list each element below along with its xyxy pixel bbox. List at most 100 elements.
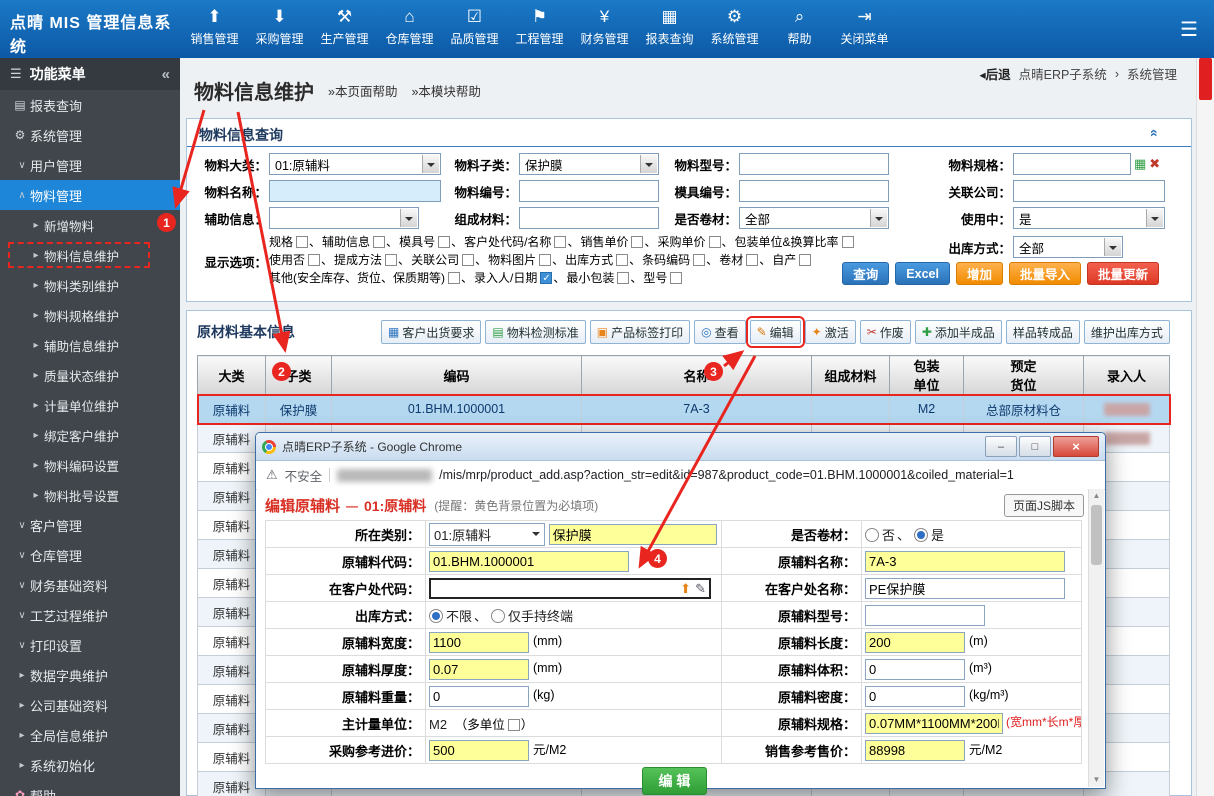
menu-engineering[interactable]: ⚑ 工程管理 bbox=[507, 0, 572, 58]
sidebar-item-quality-status[interactable]: ▸ 质量状态维护 bbox=[0, 360, 180, 390]
checkbox[interactable] bbox=[554, 236, 567, 248]
display-option[interactable]: 客户处代码/名称 bbox=[464, 235, 580, 249]
menu-system[interactable]: ⚙ 系统管理 bbox=[702, 0, 767, 58]
module-help-link[interactable]: »本模块帮助 bbox=[411, 81, 480, 100]
edit-icon[interactable]: ✎ bbox=[695, 581, 706, 597]
view-button[interactable]: ◎ 查看 bbox=[694, 320, 746, 344]
maintain-outbound-button[interactable]: 维护出库方式 bbox=[1083, 320, 1170, 344]
sidebar-item-dictionary[interactable]: ▸ 数据字典维护 bbox=[0, 660, 180, 690]
breadcrumb-erp[interactable]: 点晴ERP子系统 bbox=[1019, 64, 1107, 83]
inspection-standard-button[interactable]: ▤ 物料检测标准 bbox=[485, 320, 586, 344]
display-option[interactable]: 辅助信息 bbox=[322, 235, 399, 249]
display-option[interactable]: 卷材 bbox=[719, 253, 772, 267]
breadcrumb-system[interactable]: 系统管理 bbox=[1127, 64, 1177, 83]
submit-edit-button[interactable]: 编 辑 bbox=[641, 767, 708, 795]
checkbox[interactable] bbox=[631, 236, 644, 248]
density-input[interactable] bbox=[865, 685, 965, 707]
length-input[interactable] bbox=[865, 631, 965, 653]
address-bar[interactable]: ⚠ 不安全 /mis/mrp/product_add.asp?action_st… bbox=[256, 461, 1105, 490]
company-input[interactable] bbox=[1013, 180, 1165, 202]
sidebar-item-batch-no[interactable]: ▸ 物料批号设置 bbox=[0, 480, 180, 510]
radio-checked-icon[interactable] bbox=[429, 608, 443, 623]
model-input[interactable] bbox=[739, 153, 889, 175]
sale-price-input[interactable] bbox=[865, 740, 965, 762]
display-option[interactable]: 出库方式 bbox=[565, 253, 642, 267]
sidebar-item-material-spec[interactable]: ▸ 物料规格维护 bbox=[0, 300, 180, 330]
sidebar-item-new-material[interactable]: ▸ 新增物料 bbox=[0, 210, 180, 240]
checkbox[interactable] bbox=[693, 254, 706, 266]
page-js-button[interactable]: 页面JS脚本 bbox=[1003, 494, 1084, 517]
display-option[interactable]: 条码编码 bbox=[642, 253, 719, 267]
page-help-link[interactable]: »本页面帮助 bbox=[328, 81, 397, 100]
outbound-select[interactable]: 全部 bbox=[1013, 236, 1123, 258]
add-button[interactable]: 增加 bbox=[955, 262, 1003, 285]
checkbox[interactable] bbox=[670, 272, 683, 284]
checkbox[interactable] bbox=[841, 236, 854, 248]
display-option[interactable]: 提成方法 bbox=[334, 253, 411, 267]
menu-sales[interactable]: ⬆ 销售管理 bbox=[182, 0, 247, 58]
display-option[interactable]: 自产 bbox=[772, 253, 812, 267]
width-input[interactable] bbox=[429, 631, 529, 653]
checkbox[interactable] bbox=[296, 236, 309, 248]
subcategory-select[interactable]: 保护膜 bbox=[519, 153, 659, 175]
spec-input[interactable] bbox=[865, 712, 1003, 734]
purchase-price-input[interactable] bbox=[429, 740, 529, 762]
minimize-button[interactable]: – bbox=[985, 436, 1017, 457]
sidebar-item-reports[interactable]: ▤ 报表查询 bbox=[0, 90, 180, 120]
checkbox[interactable] bbox=[616, 254, 629, 266]
aux-select[interactable] bbox=[269, 207, 419, 229]
weight-input[interactable] bbox=[429, 685, 529, 707]
sidebar-item-company-base[interactable]: ▸ 公司基础资料 bbox=[0, 690, 180, 720]
batch-import-button[interactable]: 批量导入 bbox=[1008, 262, 1081, 285]
panel-collapse-icon[interactable]: « bbox=[1147, 129, 1163, 137]
clear-icon[interactable]: ✖ bbox=[1149, 156, 1160, 172]
batch-update-button[interactable]: 批量更新 bbox=[1086, 262, 1159, 285]
outbound-unlimited-option[interactable]: 不限 bbox=[429, 608, 489, 624]
checkbox[interactable] bbox=[448, 272, 460, 284]
material-name-input[interactable] bbox=[865, 550, 1065, 572]
scroll-down-icon[interactable]: ▼ bbox=[1089, 773, 1104, 787]
checkbox[interactable] bbox=[462, 254, 475, 266]
coiled-yes-option[interactable]: 是 bbox=[914, 527, 944, 543]
display-option[interactable]: 销售单价 bbox=[580, 235, 657, 249]
display-option[interactable]: 最小包装 bbox=[566, 271, 643, 285]
sidebar-item-material-code[interactable]: ▸ 物料编码设置 bbox=[0, 450, 180, 480]
popup-scrollbar-thumb[interactable] bbox=[1091, 505, 1102, 565]
customer-name-input[interactable] bbox=[865, 577, 1065, 599]
display-option[interactable]: 物料图片 bbox=[488, 253, 565, 267]
category-select[interactable]: 01:原辅料 bbox=[429, 522, 545, 546]
excel-button[interactable]: Excel bbox=[895, 262, 950, 285]
compose-input[interactable] bbox=[519, 207, 659, 229]
menu-close[interactable]: ⇥ 关闭菜单 bbox=[832, 0, 897, 58]
sidebar-item-unit[interactable]: ▸ 计量单位维护 bbox=[0, 390, 180, 420]
checkbox[interactable] bbox=[746, 254, 759, 266]
display-option[interactable]: 使用否 bbox=[269, 253, 334, 267]
picker-icon[interactable]: ▦ bbox=[1134, 156, 1146, 172]
sidebar-item-customers[interactable]: ∨ 客户管理 bbox=[0, 510, 180, 540]
spec-input[interactable] bbox=[1013, 153, 1131, 175]
menu-toggle-icon[interactable]: ☰ bbox=[1180, 17, 1198, 42]
checkbox[interactable] bbox=[373, 236, 386, 248]
table-row-selected[interactable]: 原辅料 保护膜 01.BHM.1000001 7A-3 M2 总部原材料仓 bbox=[196, 393, 1171, 425]
sidebar-item-aux-info[interactable]: ▸ 辅助信息维护 bbox=[0, 330, 180, 360]
upload-icon[interactable]: ⬆ bbox=[680, 581, 691, 597]
maximize-button[interactable]: □ bbox=[1019, 436, 1051, 457]
sidebar-item-print-settings[interactable]: ∨ 打印设置 bbox=[0, 630, 180, 660]
search-button[interactable]: 查询 bbox=[842, 262, 890, 285]
material-code-input[interactable] bbox=[519, 180, 659, 202]
menu-production[interactable]: ⚒ 生产管理 bbox=[312, 0, 377, 58]
checkbox[interactable] bbox=[438, 236, 451, 248]
inuse-select[interactable]: 是 bbox=[1013, 207, 1165, 229]
sidebar-item-users[interactable]: ∨ 用户管理 bbox=[0, 150, 180, 180]
void-button[interactable]: ✂ 作废 bbox=[859, 320, 911, 344]
display-option[interactable]: 其他(安全库存、货位、保质期等) bbox=[269, 271, 474, 285]
activate-button[interactable]: ✦ 激活 bbox=[804, 320, 856, 344]
display-option[interactable]: 包装单位&换算比率 bbox=[735, 235, 854, 249]
scroll-up-icon[interactable]: ▲ bbox=[1089, 489, 1104, 503]
radio-icon[interactable] bbox=[865, 527, 879, 542]
menu-reports[interactable]: ▦ 报表查询 bbox=[637, 0, 702, 58]
checkbox[interactable] bbox=[708, 236, 721, 248]
sidebar-item-global-info[interactable]: ▸ 全局信息维护 bbox=[0, 720, 180, 750]
scrollbar-thumb[interactable] bbox=[1199, 58, 1212, 100]
display-option[interactable]: 录入人/日期 bbox=[474, 270, 566, 288]
